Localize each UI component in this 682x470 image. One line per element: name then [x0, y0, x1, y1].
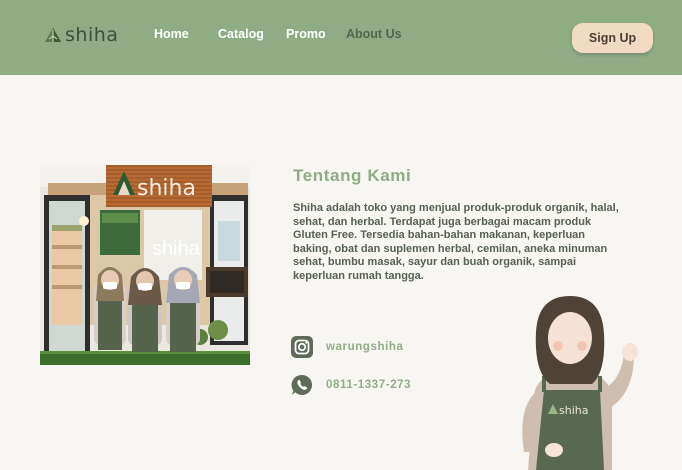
whatsapp-contact[interactable]: 0811-1337-273	[291, 374, 411, 396]
apron-lettering: shiha	[559, 404, 588, 417]
staff-person-right	[166, 267, 200, 352]
about-description: Shiha adalah toko yang menjual produk-pr…	[293, 202, 619, 282]
nav-catalog[interactable]: Catalog	[218, 27, 264, 41]
nav-home[interactable]: Home	[154, 27, 189, 41]
leaf-logo-icon	[45, 28, 61, 42]
instagram-contact[interactable]: warungshiha	[291, 336, 404, 358]
brand-logo[interactable]: shiha	[44, 24, 118, 46]
instagram-handle: warungshiha	[326, 341, 404, 353]
about-title: Tentang Kami	[293, 166, 412, 185]
store-photo-illustration: shiha shiha	[40, 165, 250, 365]
staff-character-illustration: shiha	[522, 296, 638, 470]
staff-person-left	[94, 267, 126, 350]
nav-promo[interactable]: Promo	[286, 27, 326, 41]
whatsapp-number: 0811-1337-273	[326, 379, 412, 391]
staff-person-middle	[128, 268, 162, 352]
sign-up-button[interactable]: Sign Up	[572, 23, 653, 53]
brand-name: shiha	[65, 24, 119, 46]
top-navbar: shiha Home Catalog Promo About Us Sign U…	[0, 0, 682, 75]
nav-about-us[interactable]: About Us	[346, 27, 402, 41]
whatsapp-icon	[291, 374, 313, 395]
store-photo: shiha shiha	[40, 165, 250, 365]
window-lettering: shiha	[152, 238, 201, 260]
store-sign-lettering: shiha	[137, 176, 196, 201]
instagram-icon	[291, 336, 313, 358]
